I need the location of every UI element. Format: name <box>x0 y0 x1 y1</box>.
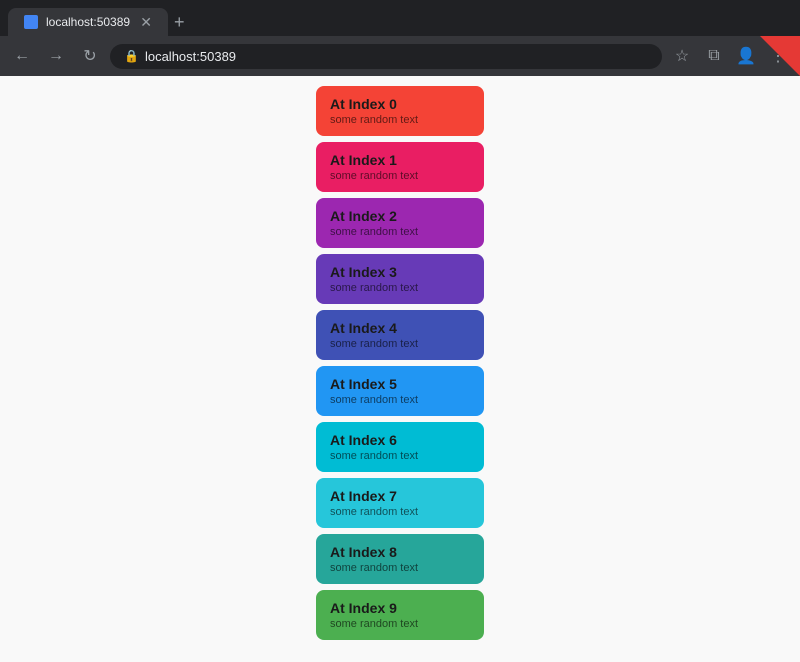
tab-favicon <box>24 15 38 29</box>
card-subtitle-2: some random text <box>330 226 470 238</box>
card-index-9[interactable]: At Index 9 some random text <box>316 590 484 640</box>
browser-tab[interactable]: localhost:50389 ✕ <box>8 8 168 37</box>
card-subtitle-3: some random text <box>330 282 470 294</box>
card-index-4[interactable]: At Index 4 some random text <box>316 310 484 360</box>
browser-chrome: localhost:50389 ✕ + ← → ↻ 🔒 localhost:50… <box>0 0 800 662</box>
page-content: At Index 0 some random text At Index 1 some… <box>0 76 800 662</box>
account-button[interactable]: 👤 <box>732 42 760 70</box>
card-title-3: At Index 3 <box>330 264 470 280</box>
address-bar[interactable]: 🔒 localhost:50389 <box>110 44 662 69</box>
card-index-3[interactable]: At Index 3 some random text <box>316 254 484 304</box>
card-subtitle-5: some random text <box>330 394 470 406</box>
card-title-1: At Index 1 <box>330 152 470 168</box>
card-title-9: At Index 9 <box>330 600 470 616</box>
card-subtitle-8: some random text <box>330 562 470 574</box>
card-index-7[interactable]: At Index 7 some random text <box>316 478 484 528</box>
bookmark-button[interactable]: ☆ <box>668 42 696 70</box>
tab-close-button[interactable]: ✕ <box>140 14 152 31</box>
card-subtitle-9: some random text <box>330 618 470 630</box>
address-text: localhost:50389 <box>145 49 236 64</box>
back-button[interactable]: ← <box>8 42 36 70</box>
card-subtitle-1: some random text <box>330 170 470 182</box>
reload-button[interactable]: ↻ <box>76 42 104 70</box>
tab-bar: localhost:50389 ✕ + <box>0 0 800 36</box>
new-tab-button[interactable]: + <box>174 12 185 33</box>
card-title-2: At Index 2 <box>330 208 470 224</box>
tab-label: localhost:50389 <box>46 15 130 29</box>
lock-icon: 🔒 <box>124 49 139 63</box>
card-title-4: At Index 4 <box>330 320 470 336</box>
forward-button[interactable]: → <box>42 42 70 70</box>
card-index-8[interactable]: At Index 8 some random text <box>316 534 484 584</box>
card-title-5: At Index 5 <box>330 376 470 392</box>
card-title-0: At Index 0 <box>330 96 470 112</box>
tab-mode-button[interactable]: ⧉ <box>700 42 728 70</box>
card-title-6: At Index 6 <box>330 432 470 448</box>
browser-toolbar: ← → ↻ 🔒 localhost:50389 ☆ ⧉ 👤 ⋮ <box>0 36 800 76</box>
card-subtitle-4: some random text <box>330 338 470 350</box>
card-index-1[interactable]: At Index 1 some random text <box>316 142 484 192</box>
card-index-6[interactable]: At Index 6 some random text <box>316 422 484 472</box>
card-index-0[interactable]: At Index 0 some random text <box>316 86 484 136</box>
card-subtitle-0: some random text <box>330 114 470 126</box>
card-index-2[interactable]: At Index 2 some random text <box>316 198 484 248</box>
card-subtitle-7: some random text <box>330 506 470 518</box>
corner-ribbon <box>760 36 800 76</box>
card-index-5[interactable]: At Index 5 some random text <box>316 366 484 416</box>
card-title-7: At Index 7 <box>330 488 470 504</box>
card-title-8: At Index 8 <box>330 544 470 560</box>
card-subtitle-6: some random text <box>330 450 470 462</box>
